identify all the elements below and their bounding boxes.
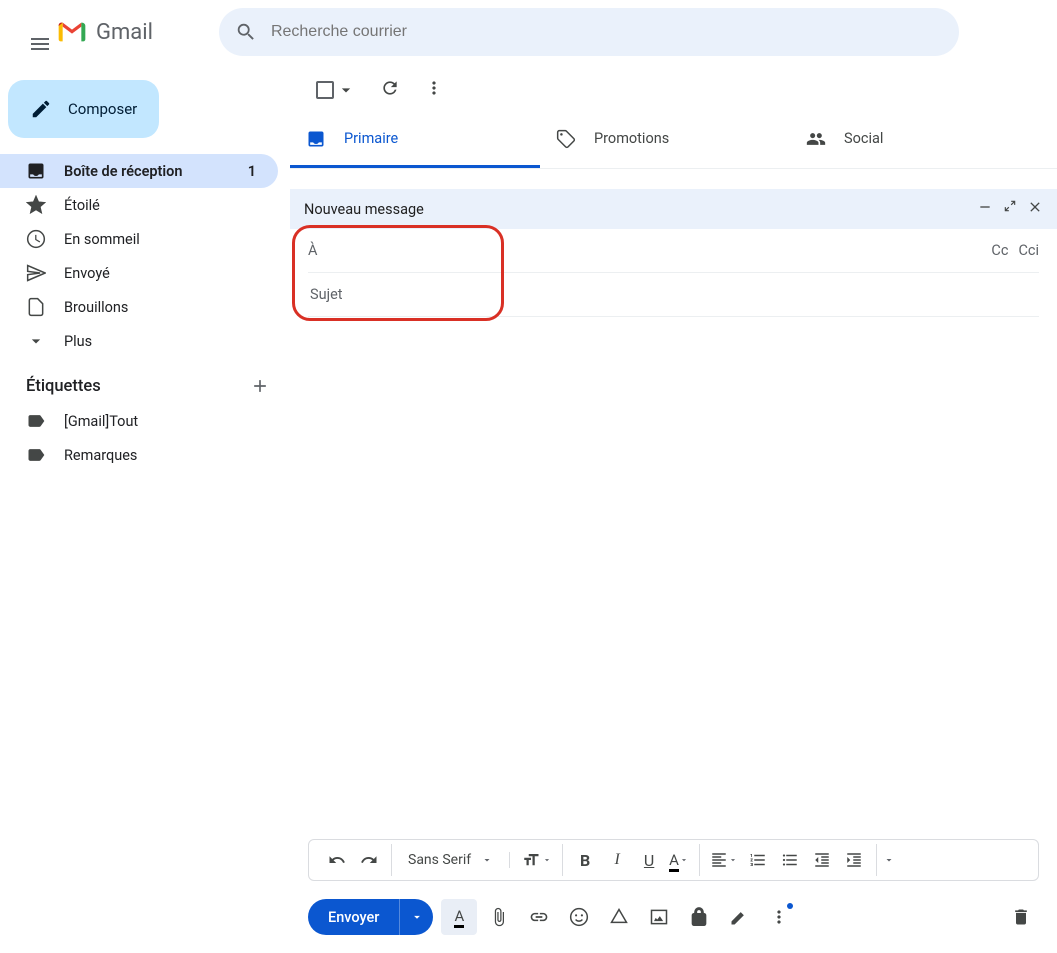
- tab-label: Social: [844, 130, 883, 147]
- label-remarques[interactable]: Remarques: [0, 438, 278, 472]
- sidebar-item-drafts[interactable]: Brouillons: [0, 290, 278, 324]
- refresh-icon[interactable]: [380, 78, 400, 102]
- minimize-icon[interactable]: [977, 199, 993, 219]
- chevron-down-icon: [481, 854, 493, 866]
- sidebar-item-label: Plus: [64, 333, 92, 350]
- fullscreen-icon[interactable]: [1003, 199, 1017, 219]
- subject-input[interactable]: [308, 285, 1039, 304]
- people-icon: [806, 129, 826, 149]
- undo-icon[interactable]: [321, 844, 353, 876]
- emoji-icon[interactable]: [561, 899, 597, 935]
- sidebar-item-label: Envoyé: [64, 265, 110, 282]
- link-icon[interactable]: [521, 899, 557, 935]
- more-icon[interactable]: [424, 78, 444, 102]
- gmail-logo[interactable]: Gmail: [56, 16, 153, 48]
- align-icon[interactable]: [706, 844, 742, 876]
- app-name: Gmail: [96, 20, 153, 45]
- cc-link[interactable]: Cc: [991, 242, 1008, 259]
- chevron-down-icon: [26, 331, 46, 351]
- numbered-list-icon[interactable]: [742, 844, 774, 876]
- sidebar-item-snoozed[interactable]: En sommeil: [0, 222, 278, 256]
- send-icon: [26, 263, 46, 283]
- underline-icon[interactable]: U: [633, 844, 665, 876]
- labels-header: Étiquettes: [26, 377, 101, 396]
- redo-icon[interactable]: [353, 844, 385, 876]
- bold-icon[interactable]: B: [569, 844, 601, 876]
- label-gmail-tout[interactable]: [Gmail]Tout: [0, 404, 278, 438]
- font-size-icon[interactable]: [516, 844, 556, 876]
- sidebar-item-label: Étoilé: [64, 197, 100, 214]
- sidebar-item-inbox[interactable]: Boîte de réception 1: [0, 154, 278, 188]
- send-button-label: Envoyer: [328, 909, 379, 926]
- send-button[interactable]: Envoyer: [308, 899, 399, 935]
- search-input[interactable]: [269, 22, 943, 42]
- more-format-icon[interactable]: [883, 844, 895, 876]
- gmail-m-icon: [56, 16, 88, 48]
- dropdown-icon[interactable]: [336, 80, 356, 100]
- tab-primary[interactable]: Primaire: [290, 112, 540, 168]
- format-toolbar: Sans Serif B I U: [308, 839, 1039, 881]
- confidential-icon[interactable]: [681, 899, 717, 935]
- tag-icon: [556, 129, 576, 149]
- compose-panel: Nouveau message À Cc Cci: [290, 189, 1057, 953]
- to-input[interactable]: [331, 241, 977, 260]
- label-name: [Gmail]Tout: [64, 413, 138, 430]
- compose-button[interactable]: Composer: [8, 80, 159, 138]
- compose-button-label: Composer: [68, 100, 137, 118]
- discard-icon[interactable]: [1003, 899, 1039, 935]
- compose-body[interactable]: [290, 317, 1057, 831]
- sidebar-item-sent[interactable]: Envoyé: [0, 256, 278, 290]
- sidebar-item-label: En sommeil: [64, 231, 140, 248]
- tab-promotions[interactable]: Promotions: [540, 112, 790, 168]
- tab-label: Promotions: [594, 130, 669, 147]
- search-bar[interactable]: [219, 8, 959, 56]
- label-icon: [26, 445, 46, 465]
- star-icon: [26, 195, 46, 215]
- sidebar-item-starred[interactable]: Étoilé: [0, 188, 278, 222]
- compose-title: Nouveau message: [304, 201, 424, 218]
- attach-icon[interactable]: [481, 899, 517, 935]
- formatting-toggle-icon[interactable]: A: [441, 899, 477, 935]
- to-label: À: [308, 242, 317, 259]
- tab-label: Primaire: [344, 130, 398, 147]
- select-all-checkbox[interactable]: [316, 80, 356, 100]
- bullet-list-icon[interactable]: [774, 844, 806, 876]
- sidebar-item-label: Boîte de réception: [64, 163, 182, 180]
- send-options-button[interactable]: [399, 899, 433, 935]
- text-color-icon[interactable]: A: [665, 844, 693, 876]
- indent-less-icon[interactable]: [806, 844, 838, 876]
- close-icon[interactable]: [1027, 199, 1043, 219]
- sidebar-item-label: Brouillons: [64, 299, 128, 316]
- pencil-icon: [30, 98, 52, 120]
- more-options-icon[interactable]: [761, 899, 797, 935]
- bcc-link[interactable]: Cci: [1018, 242, 1039, 259]
- signature-icon[interactable]: [721, 899, 757, 935]
- font-selector[interactable]: Sans Serif: [398, 852, 503, 868]
- main-menu-icon[interactable]: [16, 20, 40, 44]
- sidebar-item-more[interactable]: Plus: [0, 324, 278, 358]
- indent-more-icon[interactable]: [838, 844, 870, 876]
- inbox-count: 1: [248, 163, 266, 180]
- plus-icon[interactable]: [250, 376, 270, 396]
- label-name: Remarques: [64, 447, 137, 464]
- drive-icon[interactable]: [601, 899, 637, 935]
- inbox-icon: [26, 161, 46, 181]
- document-icon: [26, 297, 46, 317]
- label-icon: [26, 411, 46, 431]
- inbox-tab-icon: [306, 129, 326, 149]
- image-icon[interactable]: [641, 899, 677, 935]
- search-icon: [235, 21, 257, 43]
- clock-icon: [26, 229, 46, 249]
- tab-social[interactable]: Social: [790, 112, 1040, 168]
- font-name: Sans Serif: [408, 852, 471, 868]
- italic-icon[interactable]: I: [601, 844, 633, 876]
